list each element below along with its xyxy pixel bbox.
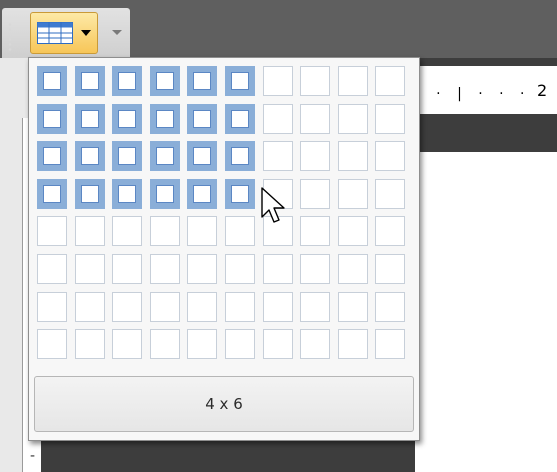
table-grid-cell[interactable]: [37, 216, 67, 246]
table-grid-cell[interactable]: [375, 254, 405, 284]
table-grid-cell[interactable]: [300, 329, 330, 359]
table-grid-cell[interactable]: [112, 329, 142, 359]
table-grid-cell[interactable]: [300, 292, 330, 322]
table-grid-cell[interactable]: [225, 66, 255, 96]
table-grid-cell[interactable]: [75, 329, 105, 359]
table-grid-cell[interactable]: [338, 179, 368, 209]
table-grid-cell[interactable]: [225, 254, 255, 284]
document-page[interactable]: [415, 114, 557, 472]
table-grid-cell[interactable]: [37, 254, 67, 284]
table-grid-cell[interactable]: [375, 179, 405, 209]
mouse-cursor-icon: [261, 187, 285, 223]
table-grid-cell[interactable]: [187, 104, 217, 134]
table-icon: [37, 22, 73, 44]
table-grid-cell[interactable]: [225, 141, 255, 171]
table-grid-cell[interactable]: [150, 104, 180, 134]
toolbar: [0, 0, 557, 58]
table-grid-cell[interactable]: [263, 66, 293, 96]
table-grid-cell[interactable]: [300, 216, 330, 246]
table-grid-cell[interactable]: [112, 292, 142, 322]
table-grid-cell[interactable]: [150, 179, 180, 209]
table-grid-cell[interactable]: [225, 104, 255, 134]
table-grid-cell[interactable]: [112, 104, 142, 134]
table-grid-cell[interactable]: [263, 292, 293, 322]
table-grid-cell[interactable]: [112, 216, 142, 246]
toolbar-grip[interactable]: [8, 22, 12, 52]
table-grid-cell[interactable]: [225, 292, 255, 322]
horizontal-ruler: | · | · · · 2: [415, 66, 557, 114]
table-grid-cell[interactable]: [112, 254, 142, 284]
table-grid-cell[interactable]: [375, 141, 405, 171]
table-grid-cell[interactable]: [37, 292, 67, 322]
table-size-picker: 4 x 6: [28, 57, 420, 441]
table-grid-cell[interactable]: [338, 292, 368, 322]
table-grid-cell[interactable]: [37, 179, 67, 209]
table-grid-cell[interactable]: [375, 66, 405, 96]
table-grid-cell[interactable]: [187, 329, 217, 359]
table-grid-cell[interactable]: [225, 179, 255, 209]
table-grid-cell[interactable]: [37, 141, 67, 171]
table-grid-cell[interactable]: [338, 141, 368, 171]
table-grid-cell[interactable]: [37, 66, 67, 96]
table-grid-cell[interactable]: [75, 216, 105, 246]
insert-table-button[interactable]: [30, 12, 98, 54]
table-grid-cell[interactable]: [263, 329, 293, 359]
table-grid-cell[interactable]: [75, 141, 105, 171]
table-grid-cell[interactable]: [150, 141, 180, 171]
table-size-label-button[interactable]: 4 x 6: [34, 376, 414, 432]
dropdown-arrow-icon: [81, 30, 91, 36]
table-grid-cell[interactable]: [37, 104, 67, 134]
table-grid-cell[interactable]: [75, 66, 105, 96]
table-grid-cell[interactable]: [263, 141, 293, 171]
table-grid-cell[interactable]: [37, 329, 67, 359]
table-grid-cell[interactable]: [338, 254, 368, 284]
chevron-down-icon[interactable]: [112, 30, 122, 35]
table-grid-cell[interactable]: [300, 179, 330, 209]
table-grid-cell[interactable]: [187, 179, 217, 209]
table-grid-cell[interactable]: [300, 141, 330, 171]
table-grid-cell[interactable]: [263, 254, 293, 284]
table-grid-cell[interactable]: [375, 329, 405, 359]
table-grid-cell[interactable]: [187, 216, 217, 246]
ruler-ticks: | · | · · ·: [415, 86, 531, 102]
table-grid-cell[interactable]: [225, 216, 255, 246]
table-grid-cell[interactable]: [300, 254, 330, 284]
table-grid-cell[interactable]: [75, 179, 105, 209]
table-grid-cell[interactable]: [150, 216, 180, 246]
table-grid-cell[interactable]: [187, 141, 217, 171]
table-grid-cell[interactable]: [300, 104, 330, 134]
table-grid-cell[interactable]: [150, 254, 180, 284]
ruler-number: 2: [537, 81, 548, 100]
table-grid-cell[interactable]: [375, 104, 405, 134]
table-grid-cell[interactable]: [338, 216, 368, 246]
table-grid-cell[interactable]: [150, 66, 180, 96]
table-grid-cell[interactable]: [187, 254, 217, 284]
table-grid-cell[interactable]: [225, 329, 255, 359]
ruler-shadow: [415, 114, 557, 152]
table-grid-cell[interactable]: [338, 104, 368, 134]
table-grid-cell[interactable]: [338, 66, 368, 96]
table-grid-cell[interactable]: [112, 179, 142, 209]
table-grid-cell[interactable]: [263, 104, 293, 134]
table-grid-cell[interactable]: [150, 292, 180, 322]
table-grid-cell[interactable]: [75, 104, 105, 134]
table-grid-cell[interactable]: [375, 216, 405, 246]
table-grid-cell[interactable]: [300, 66, 330, 96]
table-grid-cell[interactable]: [75, 254, 105, 284]
table-grid-cell[interactable]: [75, 292, 105, 322]
table-grid-cell[interactable]: [112, 66, 142, 96]
table-grid-cell[interactable]: [150, 329, 180, 359]
table-grid-cell[interactable]: [338, 329, 368, 359]
table-grid-cell[interactable]: [375, 292, 405, 322]
table-grid-cell[interactable]: [187, 292, 217, 322]
table-grid-cell[interactable]: [187, 66, 217, 96]
table-grid-cell[interactable]: [112, 141, 142, 171]
vertical-ruler-mark: -: [30, 448, 36, 464]
